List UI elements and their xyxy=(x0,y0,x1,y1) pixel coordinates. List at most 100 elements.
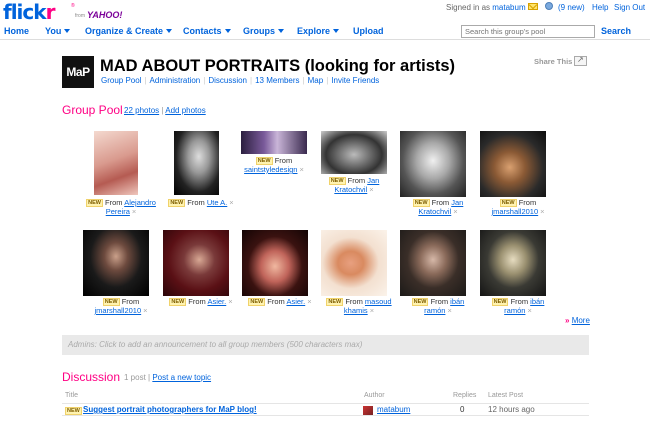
photo-thumbnail[interactable] xyxy=(480,131,546,197)
pool-photo: NEW From masoud khamis × xyxy=(320,228,398,338)
photo-author-link[interactable]: saintstyledesign xyxy=(244,165,297,174)
flickr-logo[interactable]: flickr xyxy=(3,2,55,22)
main-nav: Home You Organize & Create Contacts Grou… xyxy=(0,24,650,40)
photo-count-link[interactable]: 22 photos xyxy=(124,106,159,115)
pool-photo: NEW From Alejandro Pereira × xyxy=(82,129,160,239)
sign-out-link[interactable]: Sign Out xyxy=(614,3,645,12)
invite-friends-link[interactable]: Invite Friends xyxy=(331,76,379,85)
photo-author-link[interactable]: jmarshall2010 xyxy=(491,207,538,216)
discussion-links: 1 post | Post a new topic xyxy=(124,373,212,382)
photo-caption: NEW From Asier. × xyxy=(248,297,312,306)
remove-icon[interactable]: × xyxy=(143,306,147,315)
mail-count-link[interactable]: (9 new) xyxy=(558,3,585,12)
topic-title-link[interactable]: Suggest portrait photographers for MaP b… xyxy=(83,405,257,414)
photo-thumbnail[interactable] xyxy=(241,131,307,154)
chevron-down-icon xyxy=(333,29,340,33)
remove-icon[interactable]: × xyxy=(447,306,451,315)
pool-photo: NEW From ibán ramón × xyxy=(399,228,477,338)
group-buddy-icon[interactable]: MaP xyxy=(62,56,94,88)
photo-thumbnail[interactable] xyxy=(321,131,387,174)
photo-thumbnail[interactable] xyxy=(83,230,149,296)
photo-caption: NEW From Ute A. × xyxy=(168,198,234,207)
pool-photo: NEW From saintstyledesign × xyxy=(241,129,319,239)
photo-caption: NEW From jmarshall2010 × xyxy=(491,198,545,216)
nav-explore[interactable]: Explore xyxy=(297,26,340,36)
latest-post-time: 12 hours ago xyxy=(488,405,535,414)
discussion-table-header: Title Author Replies Latest Post xyxy=(65,392,524,399)
photo-thumbnail[interactable] xyxy=(242,230,308,296)
chevron-down-icon xyxy=(224,29,231,33)
post-count: 1 post xyxy=(124,373,146,382)
post-new-topic-link[interactable]: Post a new topic xyxy=(152,373,211,382)
search-button[interactable]: Search xyxy=(601,26,631,36)
photo-thumbnail[interactable] xyxy=(174,131,219,195)
pool-photo: NEW From Jan Kratochvil × xyxy=(320,129,398,239)
top-bar: flickr ® from YAHOO! Signed in as matabu… xyxy=(0,0,650,24)
nav-organize-create[interactable]: Organize & Create xyxy=(85,26,173,36)
photo-author-link[interactable]: Asier. xyxy=(286,297,305,306)
remove-icon[interactable]: × xyxy=(299,165,303,174)
photo-caption: NEW From Jan Kratochvil × xyxy=(412,198,464,216)
photo-caption: NEW From masoud khamis × xyxy=(326,297,392,315)
share-icon[interactable] xyxy=(574,55,587,66)
from-label: from xyxy=(75,13,85,19)
add-photos-link[interactable]: Add photos xyxy=(165,106,205,115)
mail-icon[interactable] xyxy=(528,3,538,10)
yahoo-logo: YAHOO! xyxy=(87,10,123,20)
photo-caption: NEW From Jan Kratochvil × xyxy=(328,176,380,194)
nav-groups[interactable]: Groups xyxy=(243,26,285,36)
table-row[interactable]: NEW Suggest portrait photographers for M… xyxy=(62,403,589,416)
pool-photo: NEW From ibán ramón × xyxy=(479,228,557,338)
pool-photo: NEW From jmarshall2010 × xyxy=(82,228,160,338)
photo-thumbnail[interactable] xyxy=(94,131,138,195)
remove-icon[interactable]: × xyxy=(229,198,233,207)
photo-caption: NEW From ibán ramón × xyxy=(491,297,545,315)
photo-author-link[interactable]: Asier. xyxy=(207,297,226,306)
photo-thumbnail[interactable] xyxy=(400,131,466,197)
discussion-link[interactable]: Discussion xyxy=(208,76,247,85)
remove-icon[interactable]: × xyxy=(527,306,531,315)
chevron-down-icon xyxy=(166,29,173,33)
remove-icon[interactable]: × xyxy=(453,207,457,216)
remove-icon[interactable]: × xyxy=(307,297,311,306)
search-input[interactable] xyxy=(461,25,595,38)
photo-thumbnail[interactable] xyxy=(400,230,466,296)
username-link[interactable]: matabum xyxy=(492,3,525,12)
announcement-box[interactable]: Admins: Click to add an announcement to … xyxy=(62,335,589,355)
topic-author-link[interactable]: matabum xyxy=(377,405,410,414)
members-link[interactable]: 13 Members xyxy=(255,76,299,85)
map-link[interactable]: Map xyxy=(308,76,324,85)
remove-icon[interactable]: × xyxy=(132,207,136,216)
chevron-down-icon xyxy=(278,29,285,33)
photo-author-link[interactable]: jmarshall2010 xyxy=(94,306,141,315)
photo-author-link[interactable]: Ute A. xyxy=(207,198,227,207)
more-photos: » More xyxy=(565,316,590,325)
pool-links: 22 photos | Add photos xyxy=(124,106,206,115)
group-pool-link[interactable]: Group Pool xyxy=(101,76,141,85)
pool-photo: NEW From Jan Kratochvil × xyxy=(399,129,477,239)
contacts-icon[interactable] xyxy=(545,2,553,10)
photo-thumbnail[interactable] xyxy=(480,230,546,296)
photo-thumbnail[interactable] xyxy=(321,230,387,296)
chevron-down-icon xyxy=(64,29,71,33)
photo-caption: NEW From ibán ramón × xyxy=(411,297,465,315)
remove-icon[interactable]: × xyxy=(370,306,374,315)
help-link[interactable]: Help xyxy=(592,3,608,12)
pool-photo: NEW From jmarshall2010 × xyxy=(479,129,557,239)
nav-home[interactable]: Home xyxy=(4,26,29,36)
nav-contacts[interactable]: Contacts xyxy=(183,26,231,36)
administration-link[interactable]: Administration xyxy=(150,76,201,85)
avatar[interactable] xyxy=(363,406,373,415)
nav-you[interactable]: You xyxy=(45,26,71,36)
remove-icon[interactable]: × xyxy=(228,297,232,306)
remove-icon[interactable]: × xyxy=(540,207,544,216)
signed-in-status: Signed in as matabum xyxy=(446,3,526,12)
photo-caption: NEW From Asier. × xyxy=(169,297,233,306)
pool-photo: NEW From Ute A. × xyxy=(162,129,240,239)
more-link[interactable]: More xyxy=(572,316,590,325)
photo-caption: NEW From jmarshall2010 × xyxy=(94,297,148,315)
nav-upload[interactable]: Upload xyxy=(353,26,384,36)
share-this-label[interactable]: Share This xyxy=(534,57,572,66)
remove-icon[interactable]: × xyxy=(369,185,373,194)
photo-thumbnail[interactable] xyxy=(163,230,229,296)
